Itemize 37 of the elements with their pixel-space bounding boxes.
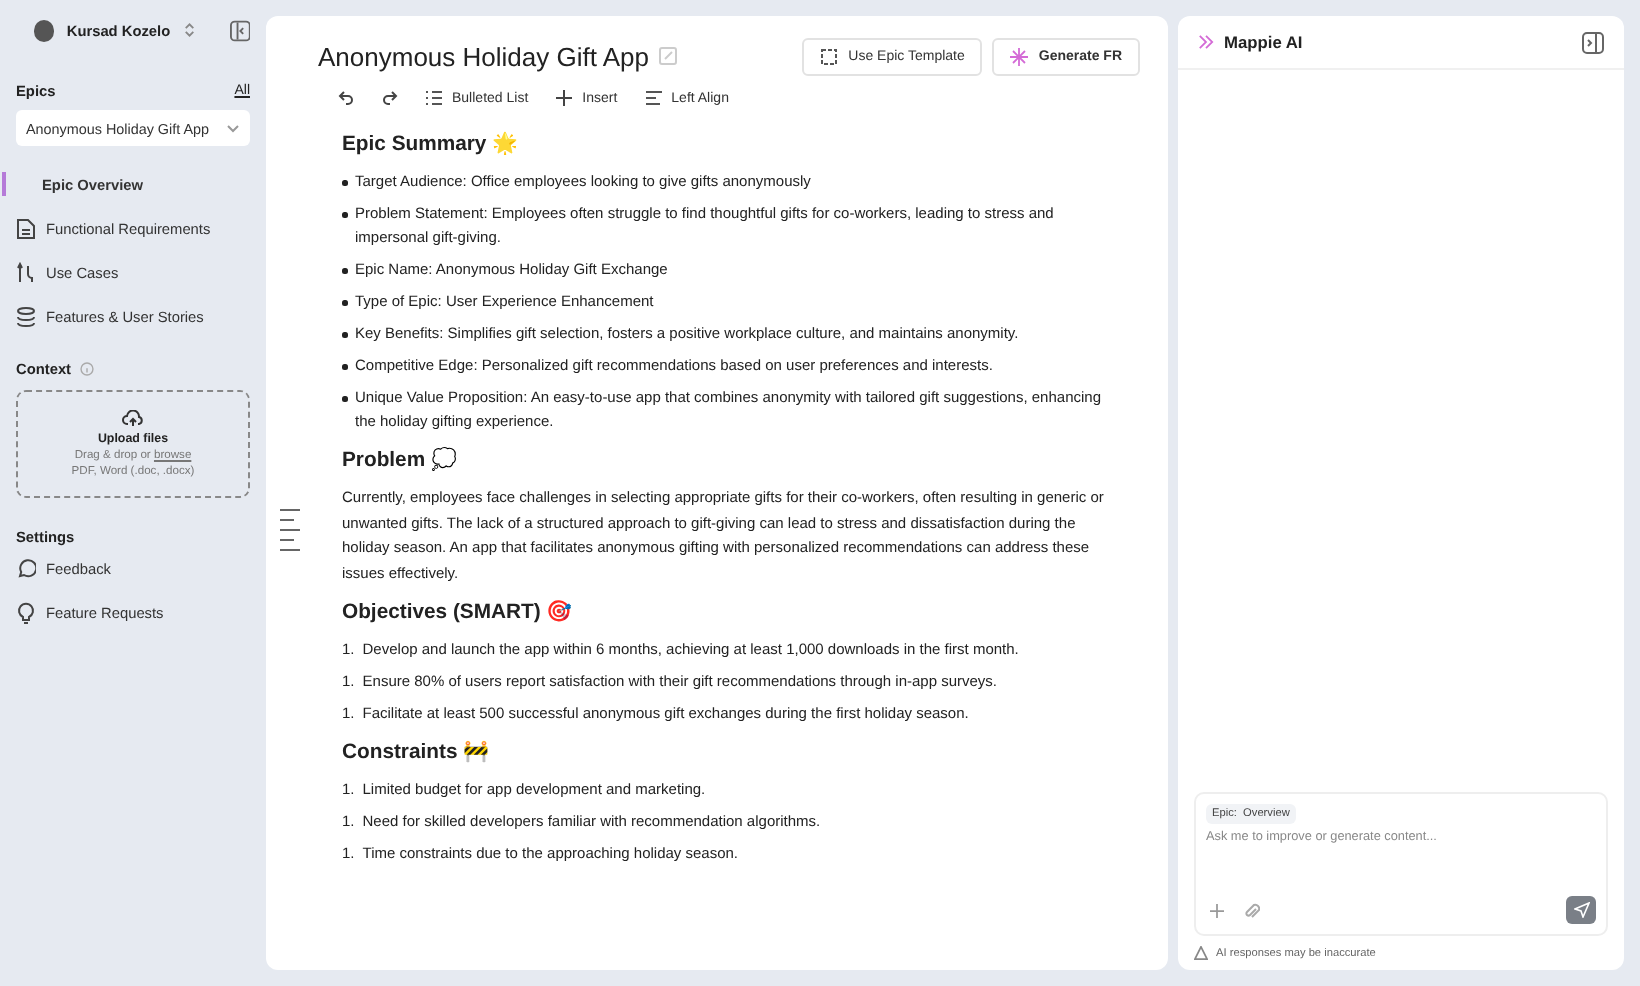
section-heading: Objectives (SMART) 🎯 [342,598,575,626]
undo-icon [338,90,354,106]
template-icon [820,47,839,65]
plus-icon[interactable] [1210,903,1224,917]
bullet-icon [342,180,347,185]
outline-icon[interactable] [280,508,300,552]
send-button[interactable] [1566,896,1596,924]
section-heading: Problem 💭 [342,446,459,474]
bullet-icon [342,332,347,337]
document-title: Anonymous Holiday Gift App [318,41,649,71]
info-icon [79,361,94,375]
branch-icon [16,261,36,283]
section-heading: Constraints 🚧 [342,739,492,766]
paperclip-icon[interactable] [1244,901,1260,919]
plus-icon [556,90,573,106]
list-icon [426,90,442,106]
cloud-upload-icon [122,410,144,428]
chat-bubble-icon [16,558,36,578]
layers-icon [16,305,36,327]
bullet-icon [342,396,347,401]
panel-toggle-icon[interactable] [1582,31,1604,53]
document-icon [16,217,36,239]
avatar [34,19,55,41]
bullet-icon [342,268,347,273]
sidebar-toggle-icon[interactable] [229,19,250,41]
chevron-down-icon [226,123,240,133]
send-icon [1573,902,1589,918]
bullet-icon [342,364,347,369]
redo-icon [382,90,398,106]
chevron-updown-icon[interactable] [182,20,198,40]
warning-icon [1194,946,1208,960]
section-heading: Epic Summary 🌟 [342,130,521,158]
panel-title: Mappie AI [1224,32,1303,52]
bullet-icon [342,212,347,217]
bullet-icon [342,300,347,305]
align-left-icon [645,90,662,106]
lightbulb-icon [16,601,36,623]
